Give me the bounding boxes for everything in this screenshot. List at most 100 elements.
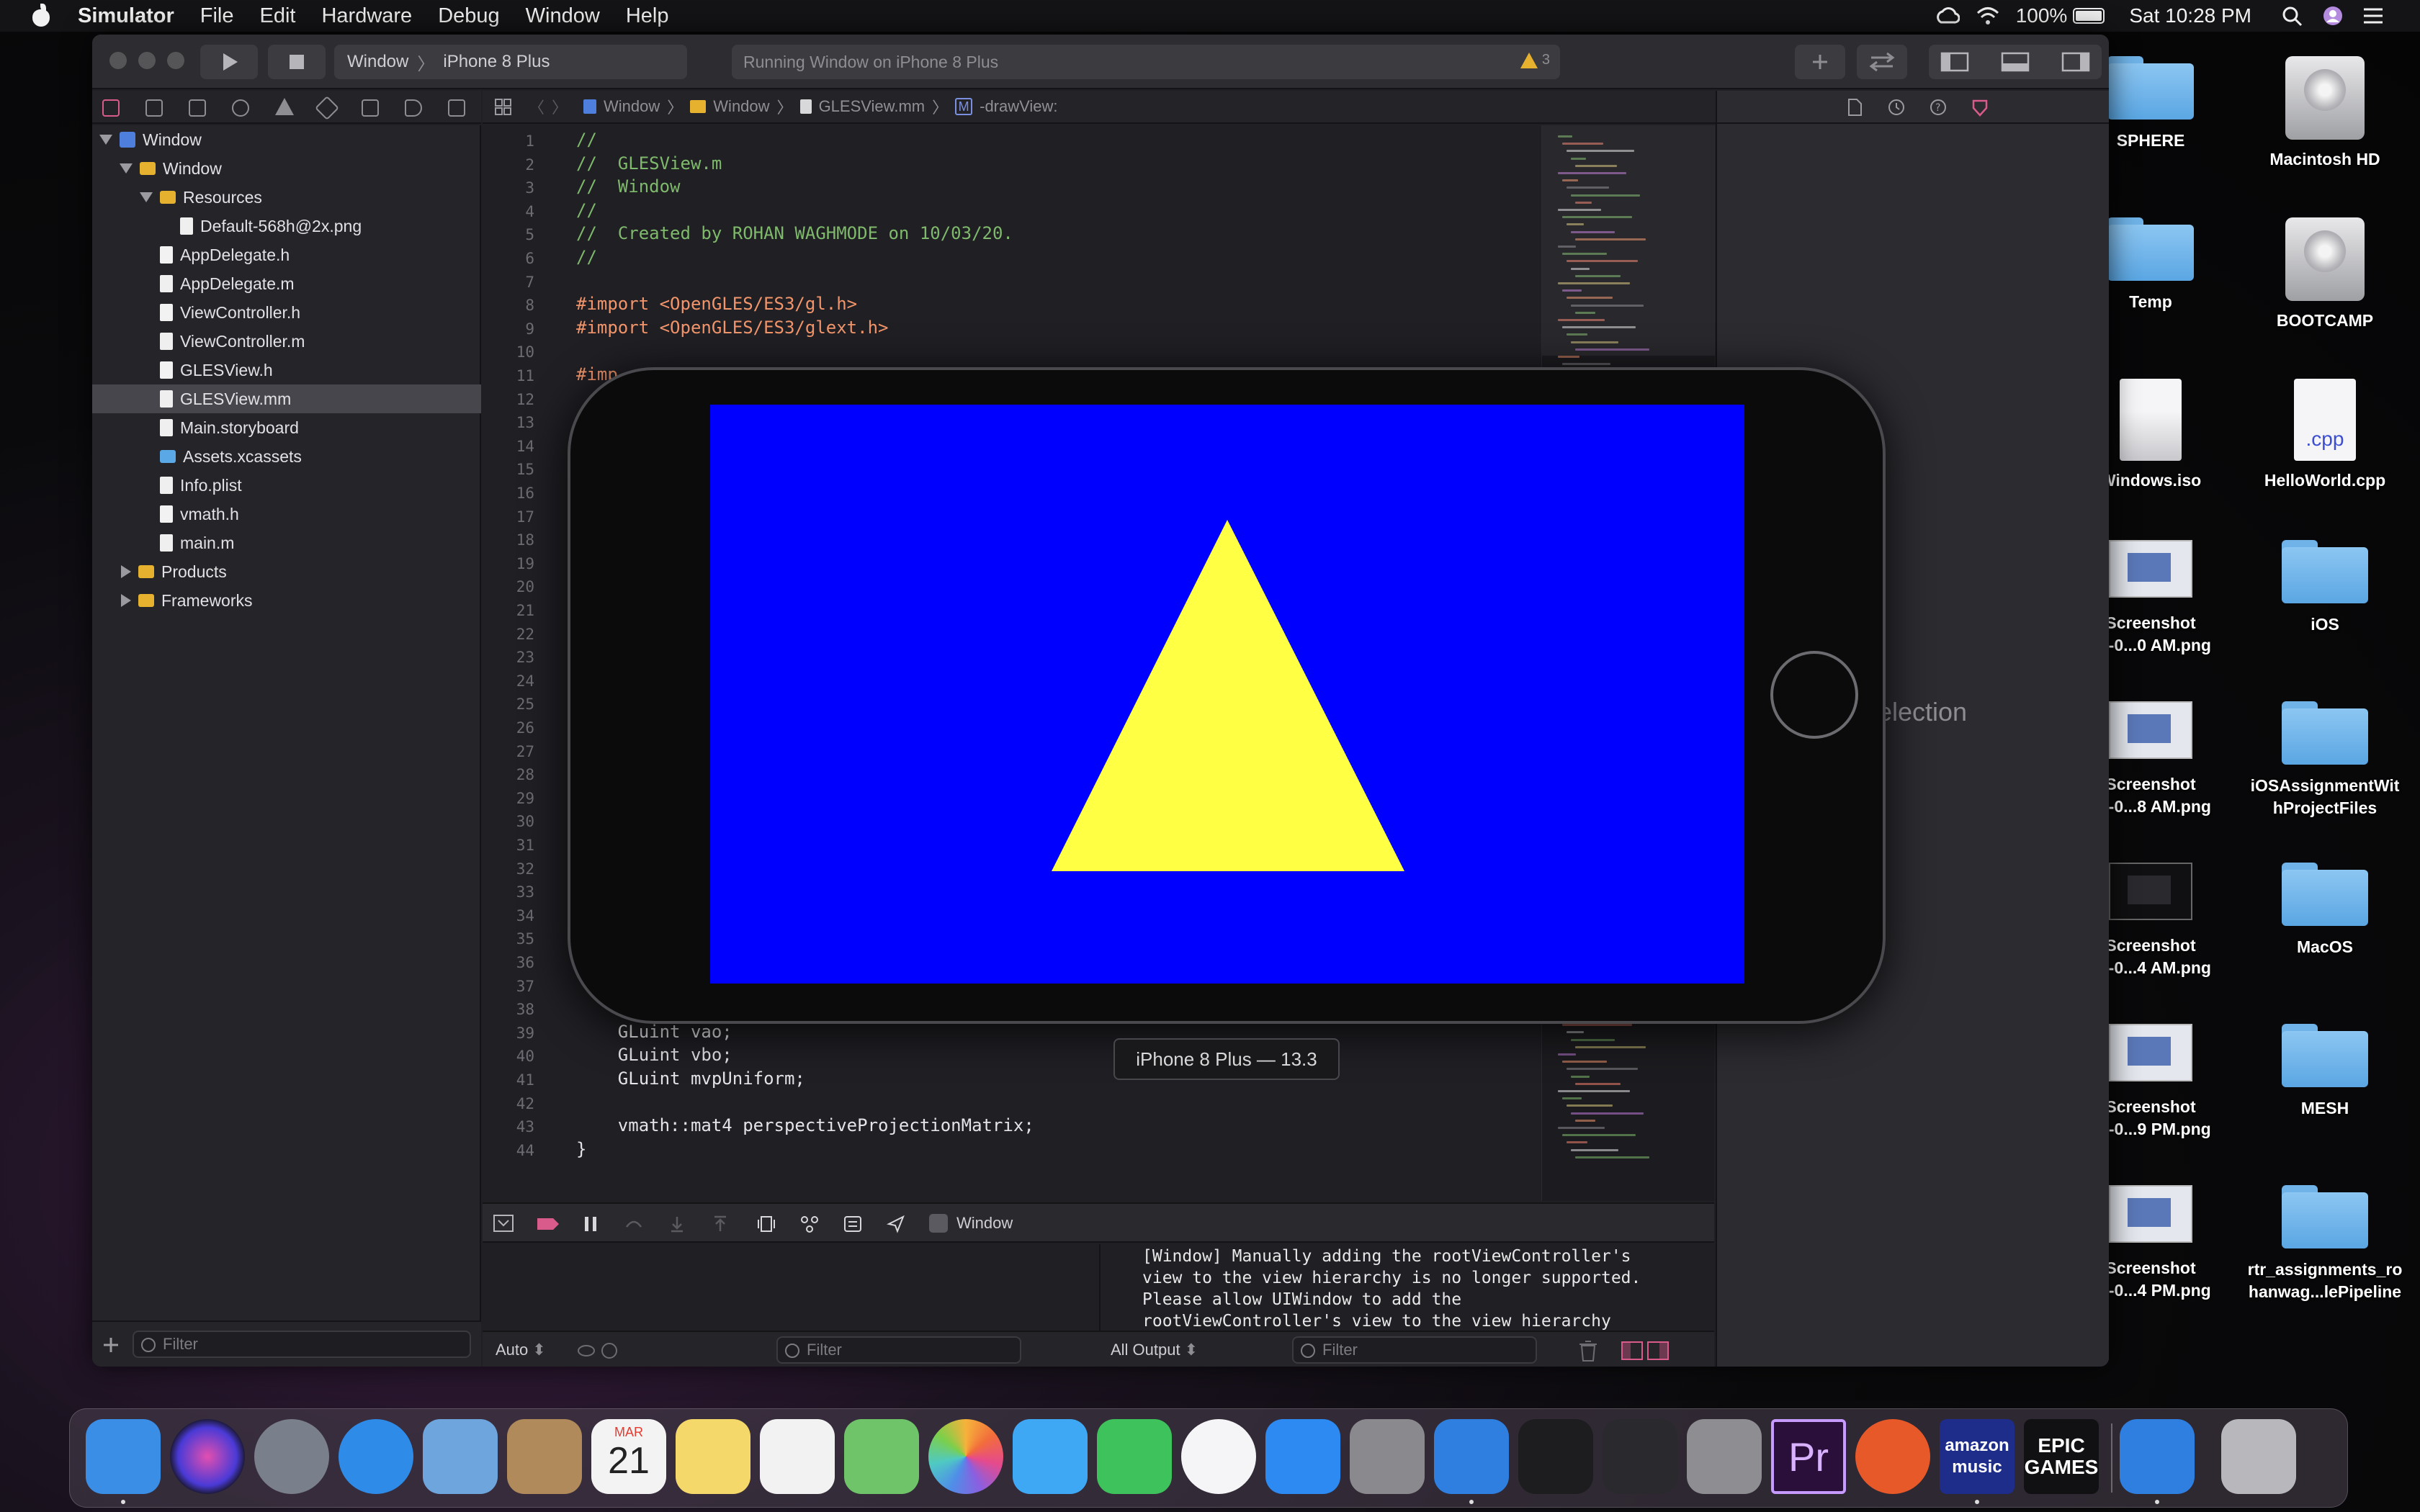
disclosure-triangle-icon[interactable] [120, 163, 133, 174]
desktop-icon[interactable]: MESH [2238, 1024, 2411, 1120]
simulate-location-icon[interactable] [886, 1214, 906, 1234]
jumpbar-file[interactable]: GLESView.mm [819, 97, 926, 116]
disclosure-triangle-icon[interactable] [121, 565, 131, 578]
facetime-icon[interactable] [1097, 1419, 1172, 1494]
xcode-icon[interactable] [1434, 1419, 1509, 1494]
quick-look-icons[interactable] [576, 1341, 619, 1361]
run-button[interactable] [200, 45, 258, 79]
simulator-icon[interactable] [2120, 1419, 2195, 1494]
environment-overrides-icon[interactable] [843, 1214, 863, 1234]
pause-icon[interactable] [581, 1214, 601, 1234]
minimap-viewport[interactable] [1542, 125, 1715, 356]
breakpoints-toggle-icon[interactable] [536, 1214, 560, 1234]
variables-view[interactable] [483, 1244, 1101, 1331]
step-out-icon[interactable] [710, 1214, 730, 1234]
navigator-item[interactable]: AppDelegate.m [92, 269, 481, 298]
navigator-item[interactable]: GLESView.h [92, 356, 481, 384]
calendar-icon[interactable]: MAR 21 [591, 1419, 666, 1494]
desktop-icon[interactable]: rtr_assignments_ro hanwag...lePipeline [2238, 1185, 2411, 1303]
file-inspector-icon[interactable] [1845, 98, 1864, 117]
home-button[interactable] [1770, 651, 1858, 739]
source-control-icon[interactable] [145, 99, 163, 117]
navigator-item[interactable]: Info.plist [92, 471, 481, 500]
step-into-icon[interactable] [667, 1214, 687, 1234]
messages-icon[interactable] [1013, 1419, 1088, 1494]
add-file-icon[interactable] [101, 1335, 121, 1355]
desktop-icon[interactable]: BOOTCAMP [2238, 217, 2411, 332]
maps-icon[interactable] [844, 1419, 919, 1494]
siri-icon[interactable] [170, 1419, 245, 1494]
desktop-icon[interactable]: Macintosh HD [2238, 56, 2411, 171]
quick-help-icon[interactable]: ? [1929, 98, 1948, 117]
back-arrow-icon[interactable]: 〈 [529, 95, 544, 118]
menu-help[interactable]: Help [626, 4, 669, 28]
toggle-navigator-icon[interactable] [1940, 52, 1969, 72]
navigator-item[interactable]: Products [92, 557, 481, 586]
desktop-icon[interactable]: .cpp HelloWorld.cpp [2238, 379, 2411, 492]
safari-icon[interactable] [339, 1419, 413, 1494]
console-filter-input[interactable]: Filter [1292, 1336, 1537, 1364]
toggle-inspector-icon[interactable] [2061, 52, 2090, 72]
navigator-item[interactable]: GLESView.mm [92, 384, 481, 413]
disk-utility-icon[interactable] [1687, 1419, 1762, 1494]
close-window-button[interactable] [109, 52, 127, 69]
disclosure-triangle-icon[interactable] [121, 594, 131, 607]
launchpad-icon[interactable] [254, 1419, 329, 1494]
menu-edit[interactable]: Edit [259, 4, 295, 28]
navigator-item[interactable]: Resources [92, 183, 481, 212]
step-over-icon[interactable] [624, 1214, 644, 1234]
menu-window[interactable]: Window [526, 4, 600, 28]
library-button[interactable] [1795, 45, 1845, 79]
trash-icon[interactable] [1577, 1339, 1599, 1362]
finder-icon[interactable] [86, 1419, 161, 1494]
navigator-item[interactable]: Frameworks [92, 586, 481, 615]
symbol-navigator-icon[interactable] [189, 99, 206, 117]
hide-debug-area-icon[interactable] [493, 1214, 514, 1234]
navigator-item[interactable]: vmath.h [92, 500, 481, 528]
jumpbar-method[interactable]: -drawView: [980, 97, 1057, 116]
navigator-item[interactable]: Window [92, 125, 481, 154]
test-navigator-icon[interactable] [315, 96, 339, 120]
final-cut-icon[interactable] [1603, 1419, 1677, 1494]
firefox-icon[interactable] [1855, 1419, 1930, 1494]
find-navigator-icon[interactable] [232, 99, 249, 117]
navigator-item[interactable]: Main.storyboard [92, 413, 481, 442]
amazon-music-icon[interactable]: amazon music [1940, 1419, 2015, 1494]
scheme-selector[interactable]: Window 〉 iPhone 8 Plus [334, 45, 687, 79]
epic-games-icon[interactable]: EPIC GAMES [2024, 1419, 2099, 1494]
battery-icon[interactable] [2073, 8, 2105, 24]
photos-icon[interactable] [928, 1419, 1003, 1494]
navigator-item[interactable]: ViewController.h [92, 298, 481, 327]
history-inspector-icon[interactable] [1887, 98, 1906, 117]
attributes-inspector-icon[interactable] [1971, 98, 1989, 117]
creative-cloud-icon[interactable] [1935, 5, 1960, 27]
breakpoint-navigator-icon[interactable] [405, 99, 422, 117]
jumpbar-group[interactable]: Window [713, 97, 769, 116]
premiere-icon[interactable]: Pr [1771, 1419, 1846, 1494]
toggle-debug-area-icon[interactable] [2001, 52, 2030, 72]
system-preferences-icon[interactable] [1350, 1419, 1425, 1494]
navigator-item[interactable]: AppDelegate.h [92, 240, 481, 269]
jumpbar-project[interactable]: Window [604, 97, 660, 116]
view-hierarchy-icon[interactable] [756, 1214, 776, 1234]
contacts-icon[interactable] [507, 1419, 582, 1494]
navigator-item[interactable]: Window [92, 154, 481, 183]
disclosure-triangle-icon[interactable] [140, 192, 153, 202]
debug-process-selector[interactable]: Window [929, 1214, 1013, 1233]
menu-debug[interactable]: Debug [438, 4, 499, 28]
menu-hardware[interactable]: Hardware [321, 4, 412, 28]
music-icon[interactable] [1181, 1419, 1256, 1494]
simulator-screen[interactable] [710, 405, 1744, 984]
user-icon[interactable] [2321, 5, 2345, 27]
desktop-icon[interactable]: iOS [2238, 540, 2411, 636]
menu-file[interactable]: File [200, 4, 234, 28]
issue-navigator-icon[interactable] [275, 98, 294, 115]
navigator-item[interactable]: ViewController.m [92, 327, 481, 356]
spotlight-icon[interactable] [2280, 5, 2305, 27]
app-store-icon[interactable] [1265, 1419, 1340, 1494]
menu-clock[interactable]: Sat 10:28 PM [2129, 4, 2251, 27]
console-output[interactable]: [Window] Manually adding the rootViewCon… [1102, 1244, 1714, 1352]
disclosure-triangle-icon[interactable] [99, 135, 112, 145]
desktop-icon[interactable]: MacOS [2238, 863, 2411, 958]
output-mode-selector[interactable]: All Output ⬍ [1111, 1341, 1198, 1359]
